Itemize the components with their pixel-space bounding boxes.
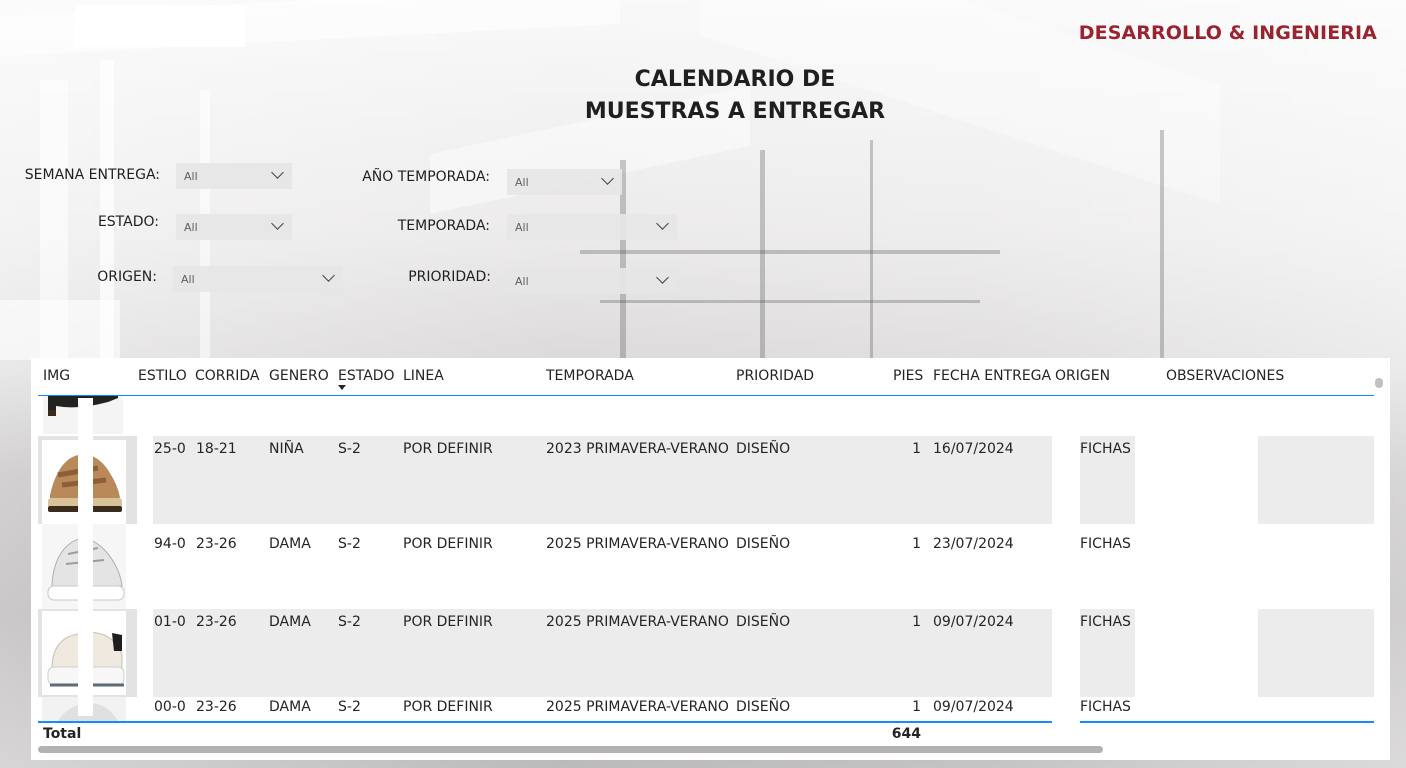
- header-divider: [38, 395, 1374, 396]
- slicer-anio-temporada[interactable]: All: [507, 169, 622, 195]
- cell-genero: NIÑA: [269, 441, 304, 457]
- column-header-corrida[interactable]: CORRIDA: [195, 368, 260, 384]
- column-header-genero[interactable]: GENERO: [269, 368, 329, 384]
- cell-linea: POR DEFINIR: [403, 699, 493, 715]
- cell-pies: 1: [912, 614, 921, 630]
- cell-linea: POR DEFINIR: [403, 441, 493, 457]
- slicer-value: All: [515, 275, 529, 288]
- total-divider-right: [1080, 721, 1374, 723]
- filter-label-estado: ESTADO:: [97, 214, 159, 230]
- logo-placeholder: [75, 5, 245, 47]
- cell-temporada: 2025 PRIMAVERA-VERANO: [546, 536, 729, 552]
- column-header-origen[interactable]: ORIGEN: [1055, 368, 1110, 384]
- brand-title: DESARROLLO & INGENIERIA: [1078, 22, 1377, 44]
- column-header-temporada[interactable]: TEMPORADA: [546, 368, 634, 384]
- filter-label-origen: ORIGEN:: [97, 269, 157, 285]
- column-header-pies[interactable]: PIES: [893, 368, 923, 384]
- cell-estilo: 25-0: [154, 441, 186, 457]
- cell-genero: DAMA: [269, 699, 311, 715]
- chevron-down-icon: [656, 271, 669, 284]
- cell-estado: S-2: [338, 441, 361, 457]
- page-title-line2: MUESTRAS A ENTREGAR: [584, 99, 886, 124]
- cell-origen: FICHAS 4: [1080, 441, 1136, 457]
- cell-prioridad: DISEÑO: [736, 699, 791, 715]
- slicer-prioridad[interactable]: All: [507, 268, 677, 294]
- slicer-value: All: [184, 221, 198, 234]
- slicer-temporada[interactable]: All: [507, 214, 677, 240]
- sort-descending-icon: [338, 385, 346, 390]
- slicer-semana-entrega[interactable]: All: [176, 163, 292, 189]
- cell-prioridad: DISEÑO: [736, 614, 791, 630]
- cell-pies: 1: [912, 441, 921, 457]
- cell-corrida: 23-26: [196, 536, 237, 552]
- observaciones-overlay: [1135, 436, 1258, 721]
- cell-temporada: 2023 PRIMAVERA-VERANO: [546, 441, 729, 457]
- cell-fecha-entrega: 09/07/2024: [933, 699, 1014, 715]
- vertical-scrollbar[interactable]: [1375, 378, 1383, 388]
- total-label: Total: [43, 726, 82, 742]
- cell-corrida: 23-26: [196, 699, 237, 715]
- column-header-estado[interactable]: ESTADO: [338, 368, 395, 384]
- cell-origen: FICHAS 4: [1080, 699, 1142, 715]
- cell-temporada: 2025 PRIMAVERA-VERANO: [546, 614, 729, 630]
- cell-genero: DAMA: [269, 614, 311, 630]
- cell-fecha-entrega: 09/07/2024: [933, 614, 1014, 630]
- cell-corrida: 23-26: [196, 614, 237, 630]
- cell-pies: 1: [912, 699, 921, 715]
- cell-fecha-entrega: 23/07/2024: [933, 536, 1014, 552]
- cell-linea: POR DEFINIR: [403, 536, 493, 552]
- cell-fecha-entrega: 16/07/2024: [933, 441, 1014, 457]
- cell-linea: POR DEFINIR: [403, 614, 493, 630]
- chevron-down-icon: [271, 217, 284, 230]
- horizontal-scrollbar[interactable]: [38, 746, 1103, 753]
- cell-prioridad: DISEÑO: [736, 536, 791, 552]
- slicer-value: All: [515, 176, 529, 189]
- page-title: CALENDARIO DE MUESTRAS A ENTREGAR: [560, 64, 910, 128]
- slicer-estado[interactable]: All: [176, 214, 292, 240]
- cell-origen: FICHAS 4: [1080, 536, 1136, 552]
- cell-temporada: 2025 PRIMAVERA-VERANO: [546, 699, 729, 715]
- cell-corrida: 18-21: [196, 441, 237, 457]
- samples-table: IMG ESTILO CORRIDA GENERO ESTADO LINEA T…: [31, 358, 1390, 760]
- slicer-value: All: [184, 170, 198, 183]
- slicer-origen[interactable]: All: [173, 266, 343, 292]
- filter-label-temporada: TEMPORADA:: [397, 218, 490, 234]
- page-title-line1: CALENDARIO DE: [634, 67, 836, 92]
- cell-origen: FICHAS 4: [1080, 614, 1136, 630]
- cell-estado: S-2: [338, 699, 361, 715]
- cell-estado: S-2: [338, 614, 361, 630]
- cell-estilo: 01-0: [154, 614, 186, 630]
- total-divider: [38, 721, 1052, 723]
- chevron-down-icon: [322, 269, 335, 282]
- slicer-value: All: [181, 273, 195, 286]
- column-header-linea[interactable]: LINEA: [403, 368, 444, 384]
- column-header-fecha-entrega[interactable]: FECHA ENTREGA: [933, 368, 1051, 384]
- cell-genero: DAMA: [269, 536, 311, 552]
- column-header-observaciones[interactable]: OBSERVACIONES: [1166, 368, 1284, 384]
- total-pies: 644: [891, 726, 921, 742]
- chevron-down-icon: [271, 166, 284, 179]
- column-header-img[interactable]: IMG: [43, 368, 70, 384]
- image-column-overlay: [78, 398, 93, 716]
- column-header-prioridad[interactable]: PRIORIDAD: [736, 368, 814, 384]
- filter-label-anio-temporada: AÑO TEMPORADA:: [362, 169, 490, 185]
- cell-estado: S-2: [338, 536, 361, 552]
- slicer-value: All: [515, 221, 529, 234]
- chevron-down-icon: [601, 172, 614, 185]
- cell-prioridad: DISEÑO: [736, 441, 791, 457]
- cell-estilo: 00-0: [154, 699, 186, 715]
- cell-estilo: 94-0: [154, 536, 186, 552]
- chevron-down-icon: [656, 217, 669, 230]
- filter-label-semana-entrega: SEMANA ENTREGA:: [24, 167, 160, 183]
- filter-label-prioridad: PRIORIDAD:: [408, 269, 491, 285]
- column-header-estilo[interactable]: ESTILO: [138, 368, 187, 384]
- cell-pies: 1: [912, 536, 921, 552]
